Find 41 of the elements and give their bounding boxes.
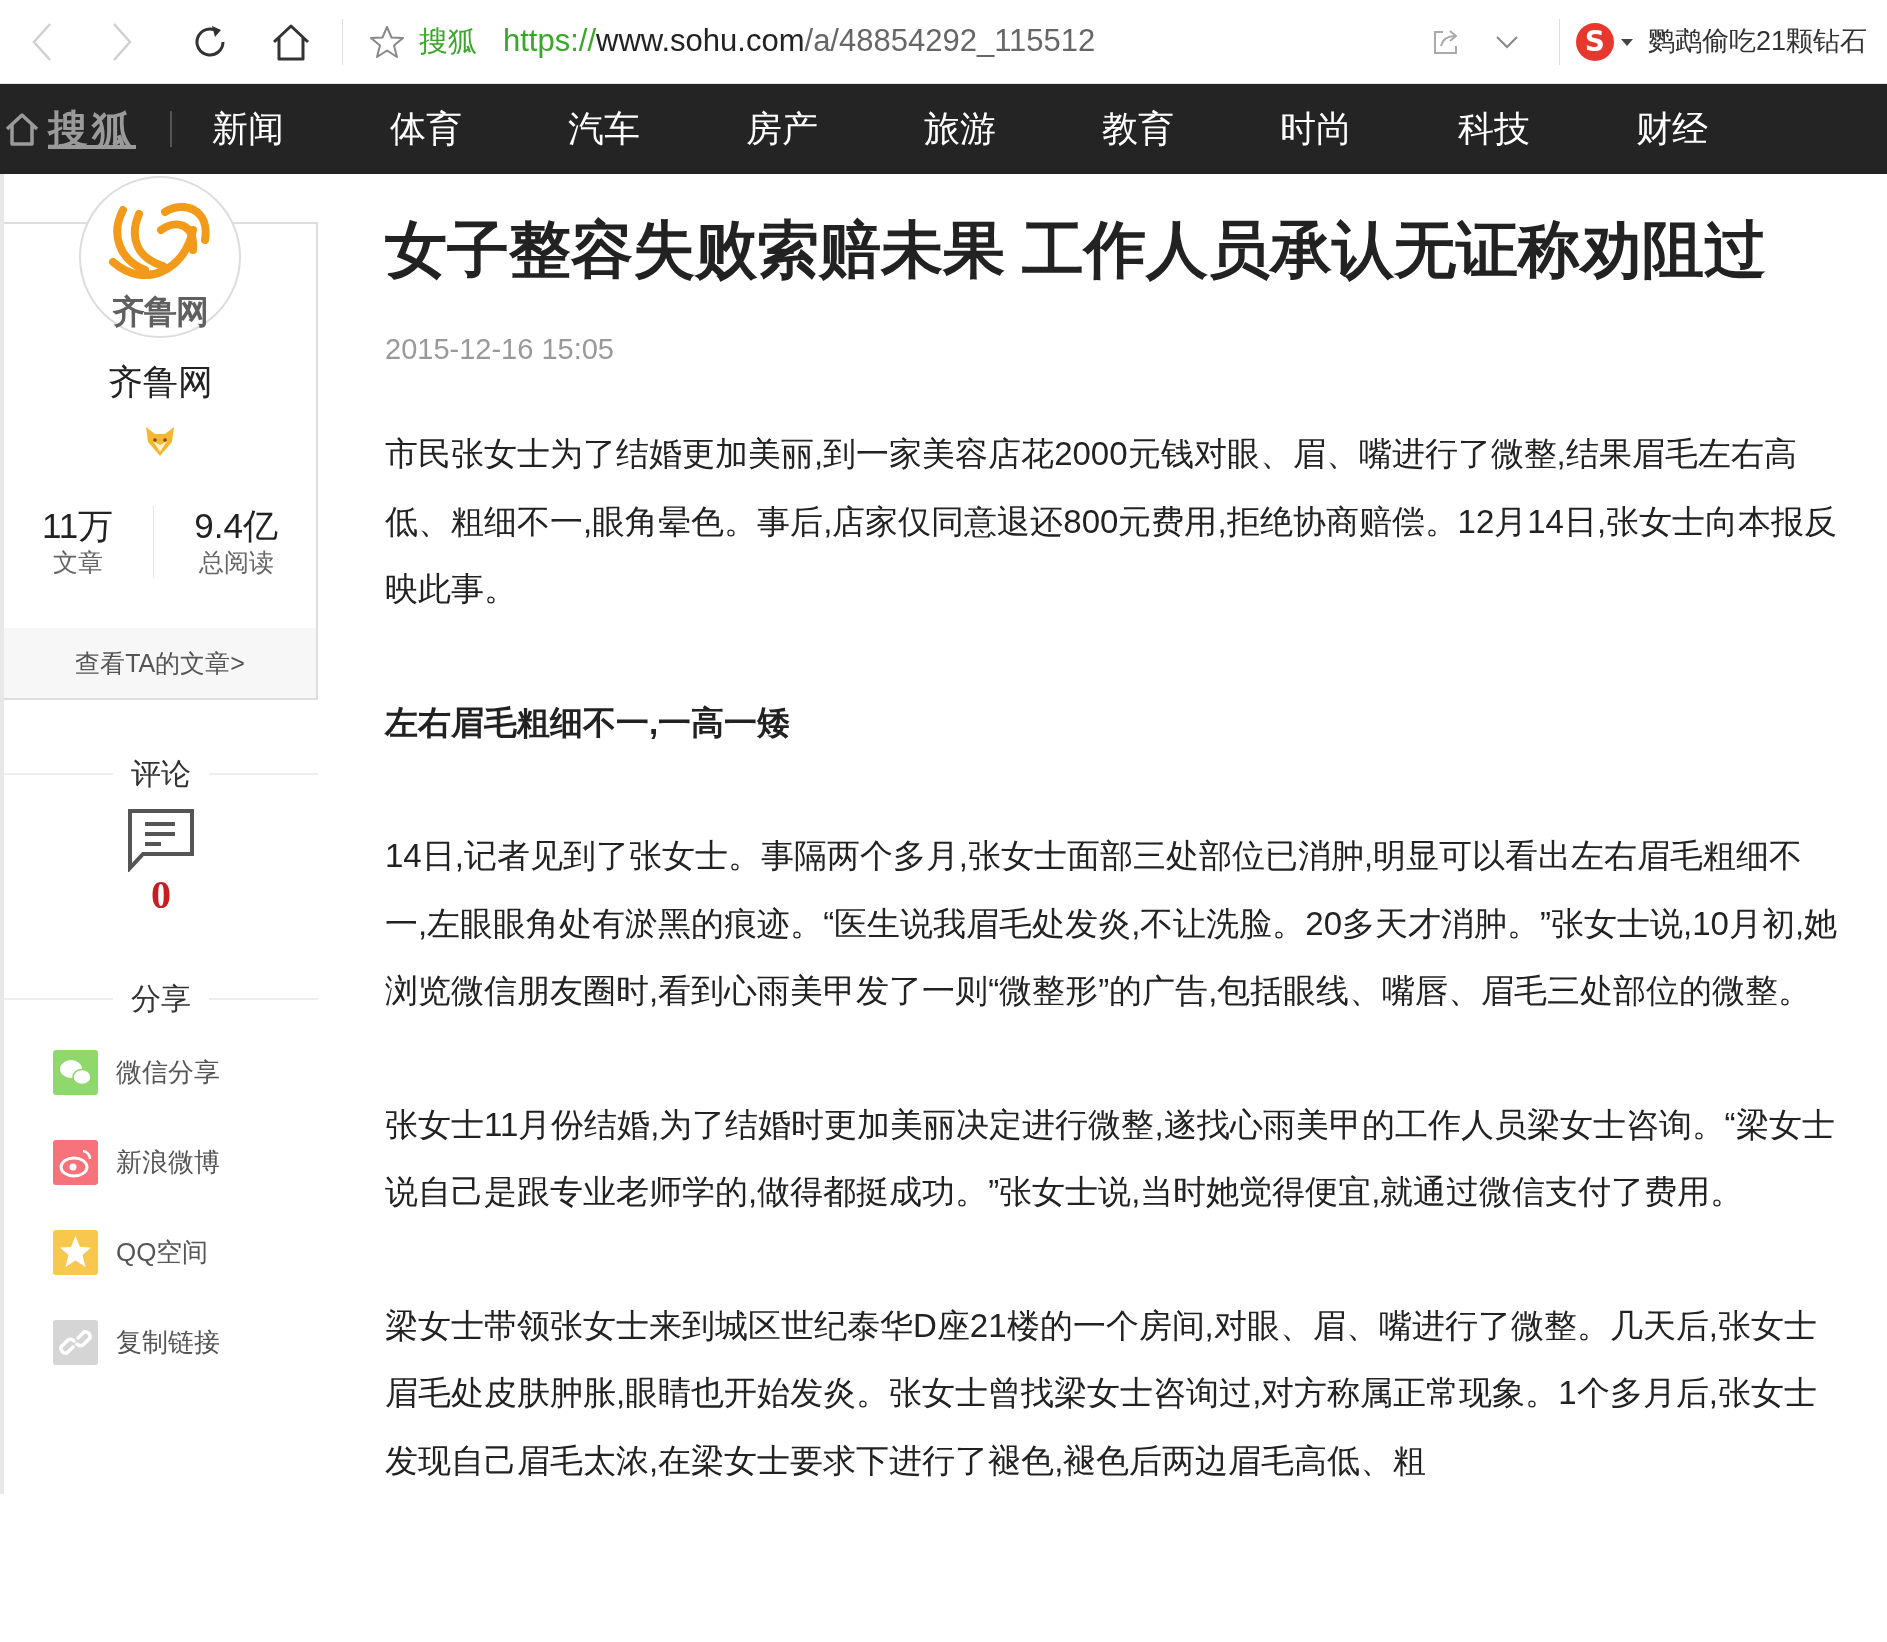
caret-icon[interactable] [1619,36,1634,47]
article-paragraph: 14日,记者见到了张女士。事隔两个多月,张女士面部三处部位已消肿,明显可以看出左右眉毛粗细不一,左眼眼角处有淤黑的痕迹。“医生说我眉毛处发炎,不让洗脸。20多天才消肿。”张女士说,10月初,她浏览微信朋友圈时,看到心雨美甲发了一则“微整形”的广告,包括眼线、嘴唇、眉毛三处部位的微整。 [385,836,1839,1011]
stat-label: 总阅读 [197,547,275,578]
share-option[interactable]: 新浪微博 [4,1117,318,1207]
section-subheading: 左右眉毛粗细不一,一高一矮 [385,702,792,743]
search-engine-logo[interactable]: S [1575,22,1614,61]
share-option[interactable]: 微信分享 [4,1027,318,1117]
nav-link[interactable]: 财经 [1636,102,1814,156]
nav-link[interactable]: 旅游 [924,102,1102,156]
stat-label: 文章 [51,547,104,578]
publish-date: 2015-12-16 15:05 [385,332,615,367]
stat-value: 9.4亿 [194,506,278,546]
logo-text: 齐鲁网 [112,295,208,328]
nav-link[interactable]: 教育 [1102,102,1280,156]
site-label: 搜狐 [419,23,477,59]
nav-link[interactable]: 时尚 [1280,102,1458,156]
fox-badge-icon [143,424,177,458]
nav-link[interactable]: 房产 [746,102,924,156]
site-logo[interactable]: 搜狐 [48,99,136,159]
author-articles-link[interactable]: 查看TA的文章> [4,628,316,698]
nav-link[interactable]: 科技 [1458,102,1636,156]
section-heading: 评论 [130,756,192,792]
trending-search-link[interactable]: 鹦鹉偷吃21颗钻石 [1647,21,1867,62]
chevron-down-icon[interactable] [1494,33,1519,50]
star-icon[interactable] [369,23,405,60]
nav-link[interactable]: 汽车 [568,102,746,156]
article-paragraph: 梁女士带领张女士来到城区世纪泰华D座21楼的一个房间,对眼、眉、嘴进行了微整。几天后,张女士眉毛处皮肤肿胀,眼睛也开始发炎。张女士曾找梁女士咨询过,对方称属正常现象。1个多月后,张女士发现自己眉毛太浓,在梁女士要求下进行了褪色,褪色后两边眉毛高低、粗 [385,1305,1818,1481]
comment-icon[interactable] [127,808,195,872]
share-option[interactable]: QQ空间 [4,1207,318,1297]
url-text[interactable]: https://www.sohu.com/a/48854292_115512 [503,18,1096,65]
article-paragraph: 市民张女士为了结婚更加美丽,到一家美容店花2000元钱对眼、眉、嘴进行了微整,结果眉毛左右高低、粗细不一,眼角晕色。事后,店家仅同意退还800元费用,拒绝协商赔偿。12月14日,张女士向本报反映此事。 [385,434,1839,609]
comment-count: 0 [150,872,172,918]
article-paragraph: 张女士11月份结婚,为了结婚时更加美丽决定进行微整,遂找心雨美甲的工作人员梁女士咨询。“梁女士说自己是跟专业老师学的,做得都挺成功。”张女士说,当时她觉得便宜,就通过微信支付了费用。 [385,1104,1836,1212]
author-name: 齐鲁网 [106,362,214,402]
stat-value: 11万 [42,506,114,546]
article-title: 女子整容失败索赔未果 工作人员承认无证称劝阻过 [385,214,1768,286]
nav-link[interactable]: 新闻 [212,102,390,156]
nav-link[interactable]: 体育 [390,102,568,156]
section-heading: 分享 [130,981,192,1017]
share-option[interactable]: 复制链接 [4,1297,318,1387]
home-icon[interactable] [4,111,40,147]
